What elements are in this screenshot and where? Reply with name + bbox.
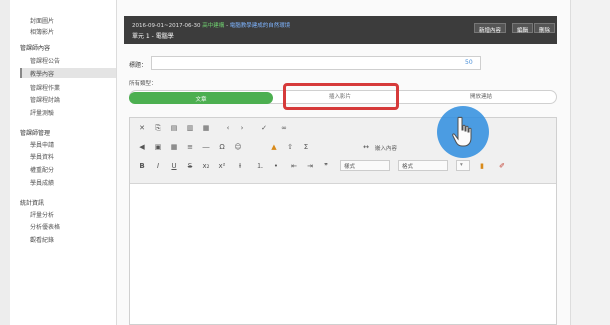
redo-icon[interactable]: › — [236, 122, 248, 134]
bold-icon[interactable]: B — [136, 160, 148, 172]
lock-icon[interactable]: ▲ — [268, 141, 280, 153]
link-icon[interactable]: ∞ — [278, 122, 290, 134]
header-course: 電腦教學建成的自然環境 — [229, 23, 291, 29]
italic-icon[interactable]: I — [152, 160, 164, 172]
sidebar-item[interactable]: 封面圖片 — [30, 16, 54, 25]
header-date-range: 2016-09-01~2017-06-30 — [132, 23, 201, 29]
horizontal-rule-icon[interactable]: ― — [200, 141, 212, 153]
header-breadcrumb: 2016-09-01~2017-06-30 高中建構 - 電腦教學建成的自然環境 — [132, 23, 291, 29]
sidebar-item[interactable]: 管課程公告 — [30, 56, 60, 65]
styles-select[interactable]: 樣式 — [340, 160, 390, 171]
highlight-annotation — [283, 83, 399, 110]
bullet-list-icon[interactable]: • — [270, 160, 282, 172]
main-content: 2016-09-01~2017-06-30 高中建構 - 電腦教學建成的自然環境… — [117, 0, 570, 325]
hand-pointer-icon — [452, 116, 472, 147]
sidebar-item[interactable]: 相簿影片 — [30, 27, 54, 36]
underline-icon[interactable]: U — [168, 160, 180, 172]
title-char-count: 50 — [465, 59, 473, 66]
blockquote-icon[interactable]: ❞ — [320, 160, 332, 172]
brush-icon[interactable]: ✐ — [496, 160, 508, 172]
table-icon[interactable]: ▦ — [168, 141, 180, 153]
click-pointer — [437, 106, 489, 158]
sidebar-item[interactable]: 教學內容 — [20, 68, 116, 78]
undo-icon[interactable]: ‹ — [222, 122, 234, 134]
type-label: 所有類型： — [129, 81, 157, 87]
type-option-article[interactable]: 文章 — [129, 92, 273, 104]
cut-icon[interactable]: ✕ — [136, 122, 148, 134]
special-char-icon[interactable]: Ω — [216, 141, 228, 153]
sidebar-item[interactable]: 學員成績 — [30, 178, 54, 187]
strikethrough-icon[interactable]: S — [184, 160, 196, 172]
edit-button[interactable]: 編輯 — [512, 23, 534, 34]
right-pane — [570, 0, 610, 325]
sidebar-item[interactable]: 分析優表格 — [30, 222, 60, 231]
smiley-icon[interactable]: ☺ — [232, 141, 244, 153]
paste-text-icon[interactable]: ▥ — [184, 122, 196, 134]
sidebar-item[interactable]: 學員申請 — [30, 140, 54, 149]
sidebar-item[interactable]: 評量分析 — [30, 210, 54, 219]
formula-icon[interactable]: Σ — [300, 141, 312, 153]
sidebar: 封面圖片相簿影片管課師內容管課程公告教學內容管課程作業管課程討論評量測驗管課師管… — [10, 0, 117, 325]
font-select[interactable]: ▾ — [456, 160, 470, 171]
add-content-button[interactable]: 新增內容 — [474, 23, 507, 34]
add-embed-label[interactable]: 嵌入內容 — [375, 144, 397, 152]
subscript-icon[interactable]: x₂ — [200, 160, 212, 172]
numbered-list-icon[interactable]: ⒈ — [254, 160, 266, 172]
type-option-open-link[interactable]: 開放連結 — [470, 92, 492, 100]
align-icon[interactable]: ≡ — [184, 141, 196, 153]
header-grade: 高中建構 — [202, 23, 225, 29]
sidebar-item[interactable]: 管課程討論 — [30, 95, 60, 104]
remove-format-icon[interactable]: Ɨ — [234, 160, 246, 172]
sidebar-item[interactable]: 管課師管理 — [20, 128, 50, 137]
sidebar-item-label: 教學內容 — [30, 71, 55, 78]
title-label: 標題： — [129, 62, 148, 69]
sidebar-item[interactable]: 學員資料 — [30, 152, 54, 161]
copy-icon[interactable]: ⎘ — [152, 122, 164, 134]
format-select[interactable]: 格式 — [398, 160, 448, 171]
outdent-icon[interactable]: ⇤ — [288, 160, 300, 172]
left-gutter — [0, 0, 10, 325]
paste-icon[interactable]: ▤ — [168, 122, 180, 134]
header-unit-title: 單元 1 - 電腦學 — [132, 33, 174, 40]
audio-icon[interactable]: ◀ — [136, 141, 148, 153]
editor-toolbar: ✕ ⎘ ▤ ▥ ▦ ‹ › ✓ ∞ ◀ ▣ ▦ ≡ ― Ω ☺ ▲ ⇧ Σ ↔ … — [130, 118, 556, 184]
paste-word-icon[interactable]: ▦ — [200, 122, 212, 134]
sidebar-item[interactable]: 觀看紀錄 — [30, 235, 54, 244]
sidebar-item[interactable]: 評量測驗 — [30, 108, 54, 117]
image-icon[interactable]: ▣ — [152, 141, 164, 153]
delete-button[interactable]: 刪除 — [534, 23, 556, 34]
sidebar-item[interactable]: 管課程作業 — [30, 83, 60, 92]
sidebar-item[interactable]: 統計資訊 — [20, 198, 44, 207]
embed-icon[interactable]: ↔ — [360, 141, 372, 153]
spellcheck-icon[interactable]: ✓ — [258, 122, 270, 134]
upload-icon[interactable]: ⇧ — [284, 141, 296, 153]
sidebar-item[interactable]: 權重配分 — [30, 165, 54, 174]
text-color-icon[interactable]: ▮ — [476, 160, 488, 172]
title-input[interactable] — [151, 56, 481, 70]
indent-icon[interactable]: ⇥ — [304, 160, 316, 172]
rich-text-editor[interactable]: ✕ ⎘ ▤ ▥ ▦ ‹ › ✓ ∞ ◀ ▣ ▦ ≡ ― Ω ☺ ▲ ⇧ Σ ↔ … — [129, 117, 557, 325]
content-header: 2016-09-01~2017-06-30 高中建構 - 電腦教學建成的自然環境… — [124, 16, 557, 44]
sidebar-item[interactable]: 管課師內容 — [20, 43, 50, 52]
superscript-icon[interactable]: x² — [216, 160, 228, 172]
